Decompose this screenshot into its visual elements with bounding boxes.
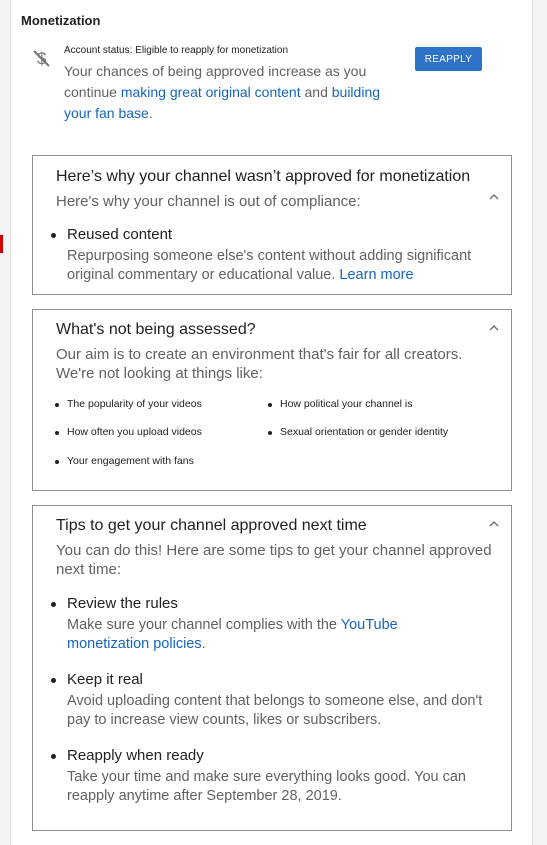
card-subtitle: Our aim is to create an environment that…: [56, 346, 463, 382]
bullet: [51, 602, 56, 607]
active-indicator: [0, 235, 3, 253]
list-item: The popularity of your videos: [54, 398, 202, 410]
account-status-label: Account status: Eligible to reapply for …: [64, 45, 289, 56]
no-monetization-dollar-icon: $: [33, 49, 50, 68]
status-text-part: .: [148, 105, 153, 121]
tip-title: Keep it real: [67, 671, 143, 688]
bullet: [51, 233, 56, 238]
bullet: [51, 678, 56, 683]
tip-title: Reapply when ready: [67, 747, 204, 764]
tip-title: Review the rules: [67, 595, 178, 612]
not-assessed-card: What's not being assessed? Our aim is to…: [32, 309, 512, 491]
chevron-up-icon[interactable]: [489, 323, 499, 333]
card-title: What's not being assessed?: [56, 321, 256, 338]
list-item: How often you upload videos: [54, 426, 202, 438]
left-sidebar-edge: [0, 0, 11, 845]
chevron-up-icon[interactable]: [489, 192, 499, 202]
tip-text: .: [201, 636, 206, 652]
monetization-panel: Monetization $ Account status: Eligible …: [11, 0, 532, 845]
tip-description: Avoid uploading content that belongs to …: [67, 693, 483, 728]
card-title: Here’s why your channel wasn’t approved …: [56, 168, 471, 185]
list-item: Sexual orientation or gender identity: [267, 426, 448, 438]
card-title: Tips to get your channel approved next t…: [56, 517, 367, 534]
original-content-link[interactable]: making great original content: [121, 84, 301, 100]
reapply-button[interactable]: REAPPLY: [415, 47, 482, 71]
tip-description: Make sure your channel complies with the…: [67, 616, 467, 654]
tip-description: Take your time and make sure everything …: [67, 769, 466, 804]
learn-more-link[interactable]: Learn more: [339, 267, 413, 283]
section-title: Monetization: [21, 13, 101, 28]
status-text-part: and: [300, 84, 332, 100]
tips-card: Tips to get your channel approved next t…: [32, 505, 512, 831]
bullet: [51, 754, 56, 759]
card-subtitle: Here's why your channel is out of compli…: [56, 193, 361, 210]
right-sidebar-edge: [532, 0, 547, 845]
status-description: Your chances of being approved increase …: [64, 61, 404, 124]
reason-description: Repurposing someone else's content witho…: [67, 247, 507, 285]
list-item: How political your channel is: [267, 398, 412, 410]
list-item: Your engagement with fans: [54, 455, 194, 467]
tip-text: Make sure your channel complies with the: [67, 617, 341, 633]
card-subtitle: You can do this! Here are some tips to g…: [56, 542, 492, 578]
reason-title: Reused content: [67, 226, 173, 243]
chevron-up-icon[interactable]: [489, 519, 499, 529]
why-not-approved-card: Here’s why your channel wasn’t approved …: [32, 155, 512, 295]
